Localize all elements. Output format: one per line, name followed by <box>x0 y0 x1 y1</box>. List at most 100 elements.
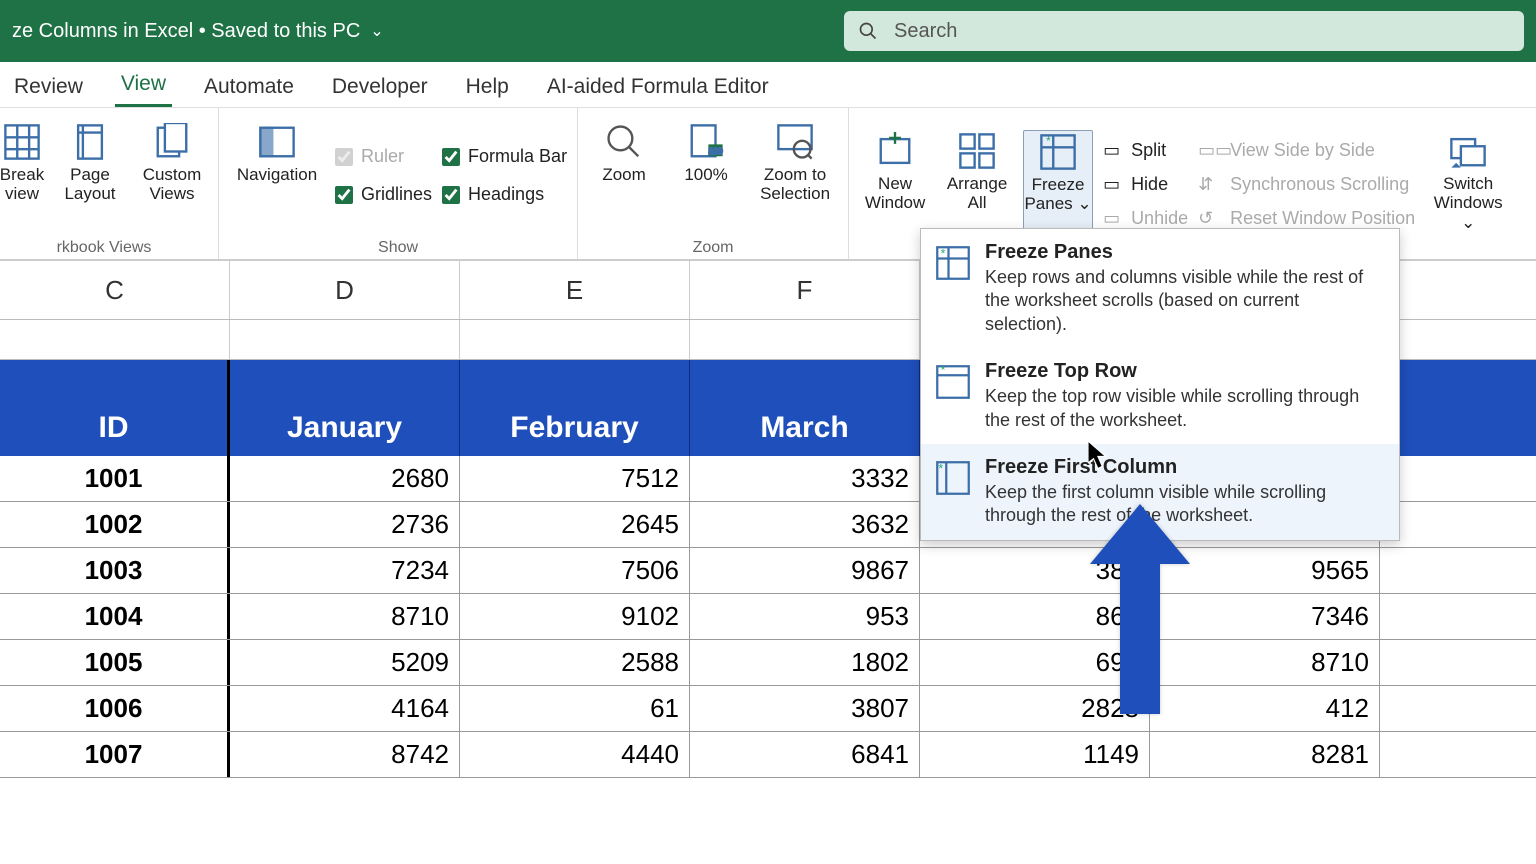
arrange-all-button[interactable]: Arrange All <box>941 130 1013 240</box>
search-input[interactable] <box>894 20 1510 43</box>
col-header-c[interactable]: C <box>0 261 230 319</box>
cell[interactable]: 6841 <box>690 732 920 777</box>
cell[interactable]: 7506 <box>460 548 690 593</box>
new-window-label: New Window <box>859 174 931 213</box>
cell-id[interactable]: 1002 <box>0 502 230 547</box>
zoom-100-button[interactable]: 100 100% <box>670 121 742 231</box>
cell[interactable]: 1802 <box>690 640 920 685</box>
switch-windows-button[interactable]: Switch Windows ⌄ <box>1425 130 1511 240</box>
table-row: 100641646138072828412 <box>0 686 1536 732</box>
cell[interactable]: 61 <box>460 686 690 731</box>
cell[interactable]: 9102 <box>460 594 690 639</box>
chevron-down-icon: ⌄ <box>1461 213 1475 232</box>
table-row: 1004871091029538687346 <box>0 594 1536 640</box>
svg-text:*: * <box>941 246 946 260</box>
break-view-label: Break view <box>0 165 44 204</box>
navigation-button[interactable]: Navigation <box>229 121 325 231</box>
title-dropdown-icon[interactable]: ⌄ <box>370 21 383 41</box>
freeze-top-row-desc: Keep the top row visible while scrolling… <box>985 385 1385 432</box>
header-january[interactable]: January <box>230 400 460 456</box>
tab-developer[interactable]: Developer <box>326 69 434 107</box>
cell[interactable]: 1149 <box>920 732 1150 777</box>
page-break-preview-button[interactable]: Break view <box>0 121 44 231</box>
custom-views-label: Custom Views <box>136 165 208 204</box>
cell[interactable]: 4440 <box>460 732 690 777</box>
hundred-icon: 100 <box>687 123 725 161</box>
svg-text:*: * <box>941 364 946 377</box>
hide-button[interactable]: ▭Hide <box>1103 170 1188 200</box>
cell[interactable]: 3632 <box>690 502 920 547</box>
zoom-selection-button[interactable]: Zoom to Selection <box>752 121 838 231</box>
navigation-icon <box>258 123 296 161</box>
freeze-first-column-icon: * <box>935 460 971 496</box>
cell-id[interactable]: 1003 <box>0 548 230 593</box>
custom-views-button[interactable]: Custom Views <box>136 121 208 231</box>
cell-id[interactable]: 1004 <box>0 594 230 639</box>
freeze-panes-title: Freeze Panes <box>985 241 1385 264</box>
sync-scroll-icon: ⇵ <box>1198 174 1222 195</box>
col-header-d[interactable]: D <box>230 261 460 319</box>
split-icon: ▭ <box>1103 140 1123 161</box>
cell[interactable]: 8281 <box>1150 732 1380 777</box>
split-button[interactable]: ▭Split <box>1103 136 1188 166</box>
new-window-button[interactable]: New Window <box>859 130 931 240</box>
zoom-selection-icon <box>776 123 814 161</box>
freeze-top-row-option[interactable]: * Freeze Top RowKeep the top row visible… <box>921 348 1399 444</box>
cell[interactable]: 5209 <box>230 640 460 685</box>
zoom-group-label: Zoom <box>588 237 838 257</box>
cell[interactable]: 2736 <box>230 502 460 547</box>
col-header-e[interactable]: E <box>460 261 690 319</box>
cell[interactable]: 2588 <box>460 640 690 685</box>
cell-id[interactable]: 1005 <box>0 640 230 685</box>
cell[interactable]: 9867 <box>690 548 920 593</box>
formula-bar-checkbox[interactable]: Formula Bar <box>442 142 567 172</box>
title-bar: ze Columns in Excel • Saved to this PC ⌄ <box>0 0 1536 62</box>
freeze-first-column-title: Freeze First Column <box>985 456 1385 479</box>
zoom-button[interactable]: Zoom <box>588 121 660 231</box>
freeze-panes-desc: Keep rows and columns visible while the … <box>985 266 1385 336</box>
svg-text:100: 100 <box>709 145 723 155</box>
cell[interactable]: 3807 <box>690 686 920 731</box>
search-box[interactable] <box>844 11 1524 51</box>
zoom-label: Zoom <box>602 165 645 185</box>
group-workbook-views: Break view Page Layout Custom Views rkbo… <box>0 108 219 259</box>
tab-view[interactable]: View <box>115 66 172 107</box>
cell[interactable]: 2645 <box>460 502 690 547</box>
gridlines-checkbox[interactable]: Gridlines <box>335 180 432 210</box>
header-id[interactable]: ID <box>0 400 230 456</box>
cell[interactable]: 7512 <box>460 456 690 501</box>
zoom-selection-label: Zoom to Selection <box>752 165 838 204</box>
cell-id[interactable]: 1006 <box>0 686 230 731</box>
grid-icon <box>3 123 41 161</box>
tab-automate[interactable]: Automate <box>198 69 300 107</box>
col-header-f[interactable]: F <box>690 261 920 319</box>
freeze-panes-icon: * <box>1039 133 1077 171</box>
side-by-side-button: ▭▭View Side by Side <box>1198 136 1415 166</box>
freeze-top-row-icon: * <box>935 364 971 400</box>
tab-review[interactable]: Review <box>8 69 89 107</box>
new-window-icon <box>876 132 914 170</box>
arrow-annotation <box>1090 504 1190 724</box>
headings-checkbox[interactable]: Headings <box>442 180 567 210</box>
cell[interactable]: 7234 <box>230 548 460 593</box>
table-row: 100787424440684111498281 <box>0 732 1536 778</box>
freeze-panes-button[interactable]: * Freeze Panes ⌄ <box>1023 130 1093 240</box>
header-february[interactable]: February <box>460 400 690 456</box>
cell-id[interactable]: 1007 <box>0 732 230 777</box>
table-row: 10055209258818026948710 <box>0 640 1536 686</box>
freeze-panes-option[interactable]: * Freeze PanesKeep rows and columns visi… <box>921 229 1399 348</box>
header-march[interactable]: March <box>690 400 920 456</box>
cell[interactable]: 2680 <box>230 456 460 501</box>
sync-scroll-button: ⇵Synchronous Scrolling <box>1198 170 1415 200</box>
cell[interactable]: 953 <box>690 594 920 639</box>
tab-help[interactable]: Help <box>460 69 515 107</box>
cell-id[interactable]: 1001 <box>0 456 230 501</box>
cell[interactable]: 3332 <box>690 456 920 501</box>
cell[interactable]: 8742 <box>230 732 460 777</box>
cell[interactable]: 8710 <box>230 594 460 639</box>
ruler-check-icon <box>335 148 353 166</box>
switch-windows-label: Switch Windows ⌄ <box>1425 174 1511 233</box>
tab-ai-editor[interactable]: AI-aided Formula Editor <box>541 69 775 107</box>
page-layout-button[interactable]: Page Layout <box>54 121 126 231</box>
cell[interactable]: 4164 <box>230 686 460 731</box>
